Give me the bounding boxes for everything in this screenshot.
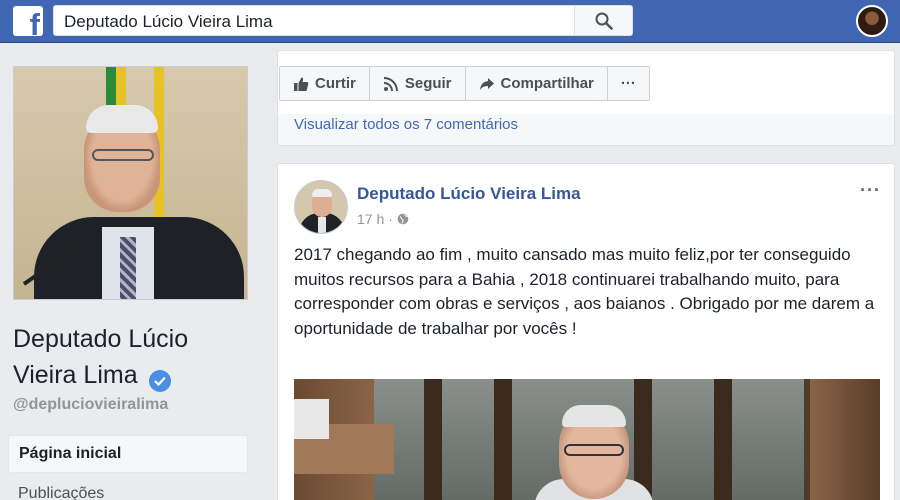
more-options-button[interactable]: ··· [607,66,650,101]
post-options-button[interactable]: ··· [860,180,881,201]
search-box[interactable]: Deputado Lúcio Vieira Lima [53,5,633,36]
page-profile-photo[interactable] [13,66,248,300]
share-arrow-icon [479,77,494,90]
verified-badge-icon [148,370,171,392]
post-meta: 17 h · [357,211,409,227]
user-avatar[interactable] [856,5,888,37]
top-navigation-bar: f Deputado Lúcio Vieira Lima [0,0,900,43]
view-all-comments-link[interactable]: Visualizar todos os 7 comentários [294,116,518,133]
share-label: Compartilhar [500,75,594,92]
post-author-avatar[interactable] [294,180,348,234]
follow-label: Seguir [404,75,452,92]
view-comments-bar: Visualizar todos os 7 comentários [277,114,895,146]
like-label: Curtir [315,75,356,92]
more-dots-icon: ··· [620,75,636,92]
meta-separator: · [388,211,393,227]
post-video[interactable] [294,379,880,500]
post-timestamp[interactable]: 17 h [357,211,384,227]
sidebar-item-home[interactable]: Página inicial [8,435,248,473]
page-title[interactable]: Deputado Lúcio Vieira Lima [13,321,248,393]
search-button[interactable] [574,6,632,35]
thumbs-up-icon [294,77,309,91]
search-input[interactable]: Deputado Lúcio Vieira Lima [64,12,273,32]
post-body-text: 2017 chegando ao fim , muito cansado mas… [294,245,875,338]
facebook-logo-icon[interactable]: f [13,6,43,36]
action-button-group: Curtir Seguir Compartilhar ··· [279,66,650,101]
post-card: Deputado Lúcio Vieira Lima 17 h · ··· 20… [277,163,895,500]
facebook-logo-letter: f [29,7,40,36]
page-actions-card: Curtir Seguir Compartilhar ··· [277,50,895,122]
sidebar-item-posts[interactable]: Publicações [18,485,104,500]
follow-button[interactable]: Seguir [369,66,466,101]
globe-icon[interactable] [397,213,409,225]
share-button[interactable]: Compartilhar [465,66,608,101]
like-button[interactable]: Curtir [279,66,370,101]
post-author-name[interactable]: Deputado Lúcio Vieira Lima [357,184,581,204]
page-username[interactable]: @depluciovieiralima [13,396,168,414]
search-icon [595,12,613,30]
sidebar-item-label: Página inicial [19,445,122,462]
rss-follow-icon [383,76,398,91]
